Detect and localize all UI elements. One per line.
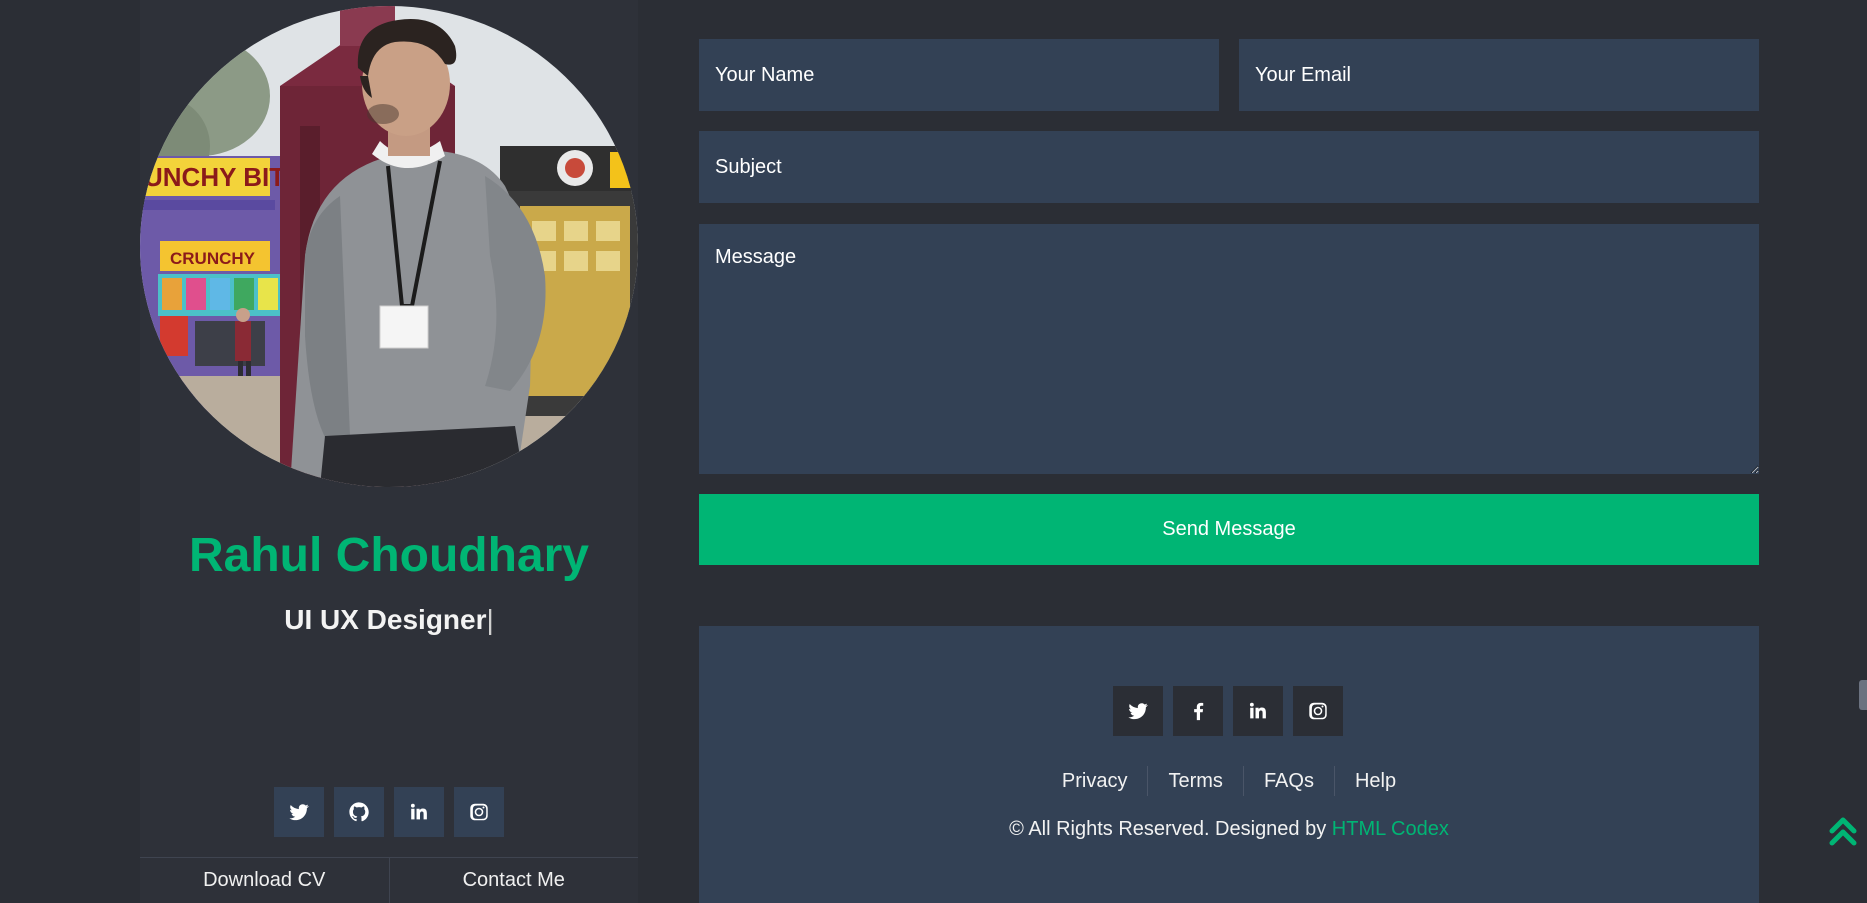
scrollbar-tab[interactable] bbox=[1859, 680, 1867, 710]
instagram-icon bbox=[470, 803, 488, 821]
photo-sign-text: CRUNCHY bbox=[170, 249, 256, 268]
message-textarea[interactable] bbox=[699, 224, 1759, 474]
profile-role-text: UI UX Designer bbox=[284, 604, 487, 635]
send-message-button[interactable]: Send Message bbox=[699, 494, 1759, 565]
profile-photo: UNCHY BITE CRUNCHY bbox=[140, 6, 638, 487]
typing-cursor: | bbox=[486, 604, 494, 635]
linkedin-button[interactable] bbox=[394, 787, 444, 837]
footer-twitter-button[interactable] bbox=[1113, 686, 1163, 736]
footer-social-links bbox=[1113, 686, 1343, 736]
page: UNCHY BITE CRUNCHY Rahul Choudhary UI UX… bbox=[0, 0, 1867, 903]
github-icon bbox=[349, 802, 369, 822]
linkedin-icon bbox=[410, 803, 427, 820]
download-cv-button[interactable]: Download CV bbox=[140, 858, 389, 903]
subject-input[interactable] bbox=[699, 131, 1759, 203]
footer-link-faqs[interactable]: FAQs bbox=[1242, 766, 1334, 796]
profile-name: Rahul Choudhary bbox=[188, 529, 589, 582]
copyright: © All Rights Reserved. Designed by HTML … bbox=[699, 818, 1759, 841]
github-button[interactable] bbox=[334, 787, 384, 837]
profile-sidebar: UNCHY BITE CRUNCHY Rahul Choudhary UI UX… bbox=[140, 0, 638, 903]
footer-link-privacy[interactable]: Privacy bbox=[1042, 766, 1148, 796]
instagram-button[interactable] bbox=[454, 787, 504, 837]
back-to-top-button[interactable] bbox=[1828, 814, 1858, 848]
contact-me-button[interactable]: Contact Me bbox=[388, 858, 639, 903]
sidebar-actions: Download CV Contact Me bbox=[140, 857, 638, 903]
double-chevron-up-icon bbox=[1829, 817, 1857, 846]
twitter-icon bbox=[1128, 703, 1148, 720]
footer-links: Privacy Terms FAQs Help bbox=[699, 766, 1759, 796]
footer: Privacy Terms FAQs Help © All Rights Res… bbox=[699, 626, 1759, 903]
html-codex-link[interactable]: HTML Codex bbox=[1332, 818, 1449, 840]
twitter-button[interactable] bbox=[274, 787, 324, 837]
footer-facebook-button[interactable] bbox=[1173, 686, 1223, 736]
facebook-icon bbox=[1194, 702, 1204, 721]
footer-link-help[interactable]: Help bbox=[1333, 766, 1416, 796]
footer-link-terms[interactable]: Terms bbox=[1147, 766, 1242, 796]
name-input[interactable] bbox=[699, 39, 1219, 111]
linkedin-icon bbox=[1249, 702, 1266, 719]
photo-sign-text: UNCHY BITE bbox=[144, 162, 302, 192]
twitter-icon bbox=[289, 804, 309, 821]
email-input[interactable] bbox=[1239, 39, 1759, 111]
sidebar-social-links bbox=[274, 787, 504, 837]
footer-instagram-button[interactable] bbox=[1293, 686, 1343, 736]
profile-role: UI UX Designer| bbox=[140, 600, 638, 640]
copyright-text: © All Rights Reserved. Designed by bbox=[1009, 818, 1327, 840]
footer-linkedin-button[interactable] bbox=[1233, 686, 1283, 736]
instagram-icon bbox=[1309, 702, 1327, 720]
